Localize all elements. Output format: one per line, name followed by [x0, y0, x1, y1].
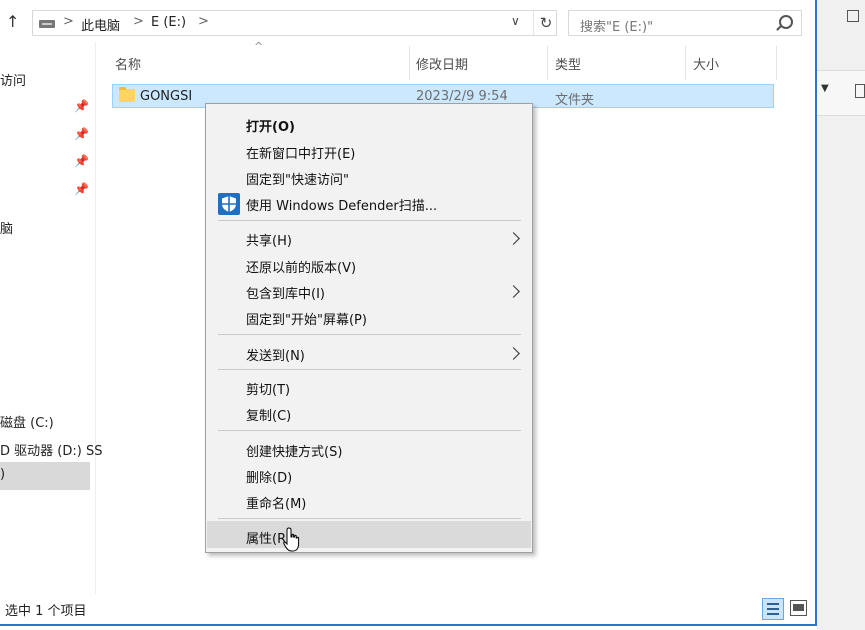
- file-type: 文件夹: [555, 93, 595, 108]
- menu-separator: [218, 518, 521, 519]
- nav-item-this-pc[interactable]: 脑: [0, 218, 13, 237]
- menu-item-rename[interactable]: 重命名(M): [246, 493, 306, 512]
- search-icon[interactable]: [779, 15, 793, 29]
- menu-separator: [218, 334, 521, 335]
- column-divider[interactable]: [547, 46, 548, 80]
- drive-icon: [39, 20, 55, 28]
- breadcrumb-separator[interactable]: >: [198, 14, 209, 29]
- column-divider[interactable]: [685, 46, 686, 80]
- navigation-pane: 访问 📌 📌 📌 📌 脑 磁盘 (C:) D 驱动器 (D:) SS ): [0, 42, 102, 594]
- menu-separator: [218, 220, 521, 221]
- search-placeholder: 搜索"E (E:)": [580, 20, 654, 35]
- sort-ascending-icon: ^: [254, 40, 264, 53]
- nav-item-drive-d[interactable]: D 驱动器 (D:) SS: [0, 440, 102, 459]
- breadcrumb-separator[interactable]: >: [133, 14, 144, 29]
- nav-item-drive-e-label: ): [0, 467, 6, 482]
- large-icons-view-icon[interactable]: [790, 600, 807, 616]
- menu-separator: [218, 369, 521, 370]
- address-bar[interactable]: > 此电脑 > E (E:) > ∨ ↻: [32, 10, 557, 36]
- chevron-right-icon: [507, 232, 520, 245]
- window-border: [0, 624, 817, 626]
- column-header-type[interactable]: 类型: [555, 54, 581, 73]
- search-input[interactable]: 搜索"E (E:)": [568, 10, 802, 36]
- nav-item-drive-c[interactable]: 磁盘 (C:): [0, 412, 54, 431]
- pin-icon: 📌: [74, 127, 89, 141]
- nav-item-quick-access[interactable]: 访问: [0, 70, 26, 89]
- menu-item-open-new-window[interactable]: 在新窗口中打开(E): [246, 143, 355, 162]
- pin-icon: 📌: [74, 154, 89, 168]
- pin-icon: 📌: [74, 99, 89, 113]
- breadcrumb-this-pc[interactable]: 此电脑: [81, 15, 120, 34]
- menu-item-defender-scan[interactable]: 使用 Windows Defender扫描...: [246, 195, 437, 214]
- chevron-down-icon[interactable]: ∨: [511, 14, 520, 28]
- menu-item-open[interactable]: 打开(O): [246, 116, 295, 135]
- up-arrow-icon[interactable]: ↑: [6, 12, 19, 31]
- menu-item-share[interactable]: 共享(H): [246, 230, 292, 249]
- column-header-name[interactable]: 名称: [115, 54, 141, 73]
- menu-item-delete[interactable]: 删除(D): [246, 467, 292, 486]
- details-view-icon[interactable]: [762, 598, 784, 620]
- refresh-icon[interactable]: ↻: [533, 11, 558, 35]
- column-header-modified[interactable]: 修改日期: [416, 54, 468, 73]
- chevron-right-icon: [507, 347, 520, 360]
- file-modified: 2023/2/9 9:54: [416, 89, 508, 104]
- file-name: GONGSI: [140, 89, 193, 104]
- column-divider[interactable]: [409, 46, 410, 80]
- mouse-cursor-icon: [283, 527, 300, 552]
- chevron-right-icon: [507, 285, 520, 298]
- nav-item-drive-e-selected[interactable]: ): [0, 462, 90, 490]
- menu-separator: [218, 430, 521, 431]
- menu-item-include-library[interactable]: 包含到库中(I): [246, 283, 325, 302]
- breadcrumb-separator[interactable]: >: [63, 14, 74, 29]
- folder-icon: [119, 87, 135, 102]
- maximize-icon[interactable]: [847, 10, 859, 22]
- background-window-toolbar: ▼: [817, 70, 865, 116]
- menu-item-pin-quick-access[interactable]: 固定到"快速访问": [246, 169, 349, 188]
- column-divider[interactable]: [776, 46, 777, 80]
- menu-item-send-to[interactable]: 发送到(N): [246, 345, 305, 364]
- menu-item-restore-versions[interactable]: 还原以前的版本(V): [246, 257, 356, 276]
- menu-item-copy[interactable]: 复制(C): [246, 405, 291, 424]
- menu-item-pin-start[interactable]: 固定到"开始"屏幕(P): [246, 309, 367, 328]
- menu-item-create-shortcut[interactable]: 创建快捷方式(S): [246, 441, 342, 460]
- status-selection-count: 选中 1 个项目: [5, 604, 87, 619]
- breadcrumb-drive-e[interactable]: E (E:): [151, 15, 186, 30]
- pane-icon[interactable]: [855, 84, 865, 98]
- defender-shield-icon: [218, 193, 240, 215]
- chevron-down-icon[interactable]: ▼: [821, 83, 829, 94]
- context-menu: 打开(O) 在新窗口中打开(E) 固定到"快速访问" 使用 Windows De…: [205, 103, 533, 553]
- menu-item-cut[interactable]: 剪切(T): [246, 379, 290, 398]
- pin-icon: 📌: [74, 182, 89, 196]
- column-header-size[interactable]: 大小: [693, 54, 719, 73]
